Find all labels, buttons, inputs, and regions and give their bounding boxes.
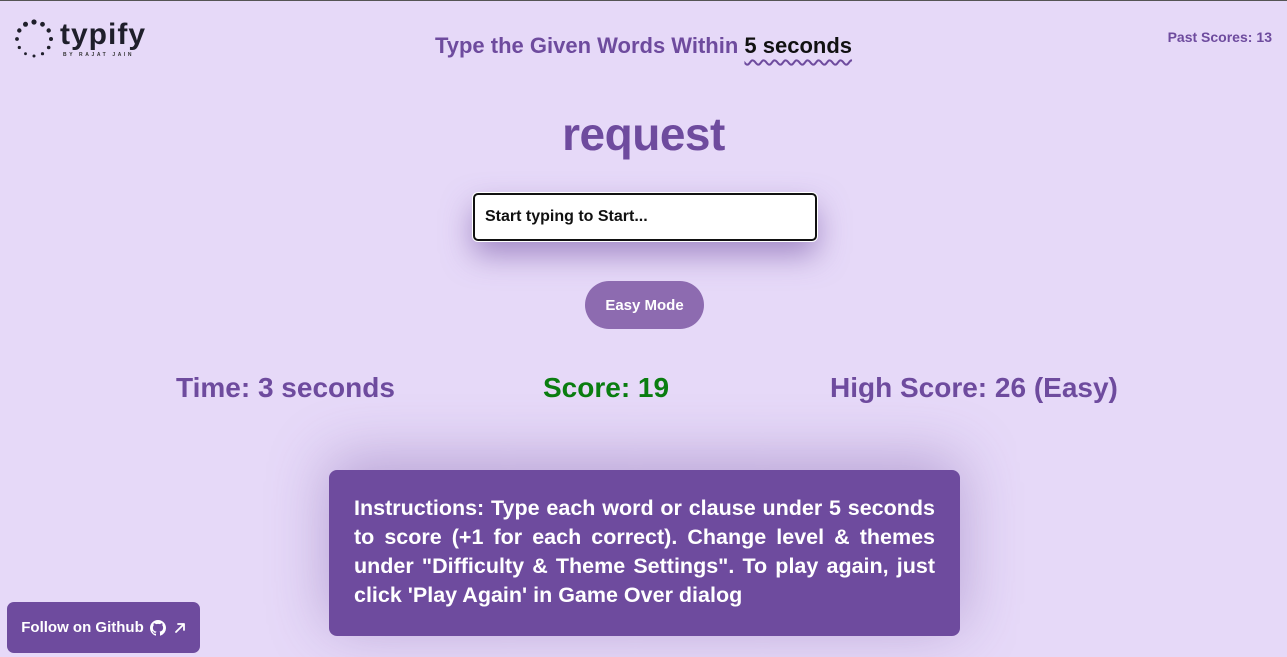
arrow-up-right-icon bbox=[174, 622, 185, 633]
github-icon bbox=[149, 619, 166, 636]
typing-input-wrapper bbox=[473, 193, 817, 241]
past-scores-value: 13 bbox=[1256, 29, 1272, 45]
typing-input[interactable] bbox=[473, 193, 817, 241]
time-remaining: Time: 3 seconds bbox=[176, 372, 395, 403]
title-prefix: Type the Given Words Within bbox=[434, 33, 739, 58]
past-scores[interactable]: Past Scores: 13 bbox=[1168, 29, 1272, 45]
past-scores-label: Past Scores: bbox=[1167, 29, 1253, 45]
instructions-panel: Instructions: Type each word or clause u… bbox=[329, 470, 960, 636]
current-word: request bbox=[562, 108, 725, 160]
current-score: Score: 19 bbox=[543, 372, 670, 403]
page-title: Type the Given Words Within 5 seconds bbox=[0, 33, 1287, 59]
difficulty-mode-button[interactable]: Easy Mode bbox=[585, 281, 704, 329]
github-button-label: Follow on Github bbox=[21, 619, 144, 636]
instructions-text: Instructions: Type each word or clause u… bbox=[354, 496, 935, 607]
time-limit-highlight: 5 seconds bbox=[744, 33, 853, 58]
high-score: High Score: 26 (Easy) bbox=[830, 372, 1118, 403]
follow-github-button[interactable]: Follow on Github bbox=[7, 602, 200, 653]
